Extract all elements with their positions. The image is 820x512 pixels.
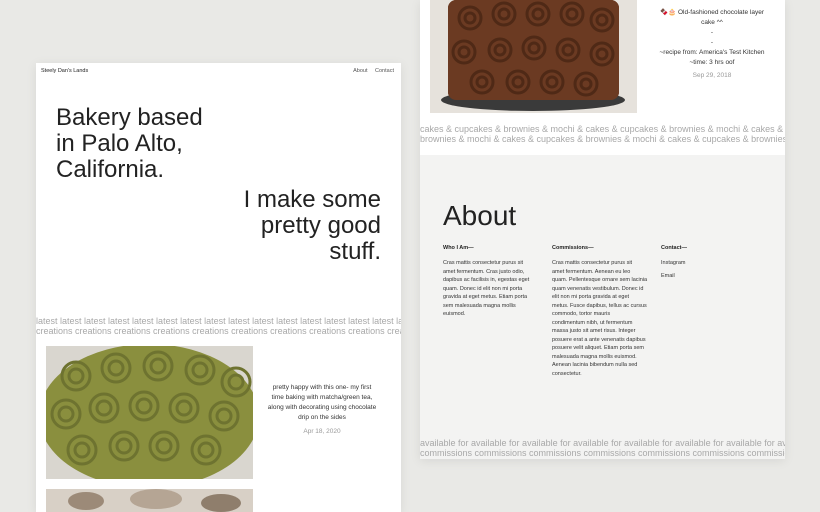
- homepage-preview: Steely Dan's Lands About Contact Bakery …: [36, 63, 401, 512]
- caption-line: cake ^^: [701, 19, 723, 26]
- caption-line: -: [710, 29, 714, 36]
- text-line: quam venenatis vestibulum. Donec id: [552, 285, 644, 292]
- caption-line: -: [710, 39, 714, 46]
- caption-line: ~recipe from: America's Test Kitchen: [659, 49, 765, 56]
- text-line: Aenean lacinia bibendum nulla sed: [552, 362, 638, 368]
- post-date: Apr 18, 2020: [303, 428, 341, 435]
- text-line: posuere erat a ante venenatis dapibus: [552, 336, 646, 343]
- hero-heading-line: in Palo Alto,: [56, 130, 183, 157]
- text-line: massa justo sit amet risus. Integer: [552, 328, 636, 334]
- hero-heading-line: California.: [56, 156, 165, 183]
- text-line: Cras mattis consectetur purus sit: [552, 260, 633, 266]
- text-line: consectetur.: [552, 370, 582, 377]
- marquee-row: available for available for available fo…: [420, 438, 785, 448]
- hero-subheading-line: I make some: [243, 186, 381, 213]
- post-caption: pretty happy with this one- my first tim…: [259, 383, 385, 423]
- text-line: euismod.: [443, 311, 466, 317]
- nav-about-link[interactable]: About: [353, 68, 367, 74]
- marquee-row: creations creations creations creations …: [36, 326, 401, 336]
- nav-contact-link[interactable]: Contact: [375, 68, 394, 74]
- cakes-marquee: cakes & cupcakes & brownies & mochi & ca…: [420, 124, 785, 144]
- chocolate-cake-photo[interactable]: [430, 0, 637, 113]
- text-line: commodo, tortor mauris: [552, 311, 611, 317]
- text-line: gravida at eget metus. Etiam porta: [443, 294, 528, 300]
- text-line: sem malesuada magna mollis: [443, 302, 516, 309]
- text-line: metus. Fusce dapibus, tellus ac cursus: [552, 302, 647, 309]
- hero-subheading-line: stuff.: [329, 238, 381, 265]
- hero-subheading-line: pretty good: [260, 212, 381, 239]
- text-line: Cras mattis consectetur purus sit: [443, 260, 524, 266]
- caption-line: pretty happy with this one- my first: [272, 384, 372, 391]
- caption-line: ~time: 3 hrs oof: [689, 59, 735, 66]
- caption-line: along with decorating using chocolate: [267, 404, 377, 411]
- text-line: malesuada magna mollis euismod.: [552, 353, 637, 360]
- who-i-am-heading: Who I Am—: [443, 245, 474, 251]
- text-line: elit non mi porta gravida at eget: [552, 294, 630, 300]
- text-line: quam. Donec id elit non mi porta: [443, 285, 523, 292]
- matcha-cake-photo[interactable]: [46, 346, 253, 479]
- who-i-am-text: Cras mattis consectetur purus sit amet f…: [443, 259, 543, 319]
- about-title: About: [443, 200, 517, 231]
- nav-links: About Contact: [347, 68, 394, 74]
- caption-line: 🍫🎂 Old-fashioned chocolate layer: [660, 9, 764, 16]
- caption-line: drip on the sides: [298, 414, 346, 421]
- post-date: Sep 29, 2018: [692, 72, 732, 79]
- text-line: condimentum nibh, ut fermentum: [552, 319, 633, 326]
- contact-heading: Contact—: [661, 245, 687, 251]
- text-line: amet fermentum. Aenean eu leo: [552, 268, 631, 275]
- latest-creations-marquee: latest latest latest latest latest lates…: [36, 316, 401, 336]
- site-brand[interactable]: Steely Dan's Lands: [41, 68, 88, 74]
- text-line: amet fermentum. Cras justo odio,: [443, 268, 525, 275]
- contact-links: Instagram Email: [661, 257, 741, 283]
- available-for-commissions-marquee: available for available for available fo…: [420, 438, 785, 458]
- hero-heading-line: Bakery based: [56, 104, 203, 131]
- marquee-row: commissions commissions commissions comm…: [420, 448, 785, 458]
- commissions-heading: Commissions—: [552, 245, 594, 251]
- about-page-preview: 🍫🎂 Old-fashioned chocolate layer cake ^^…: [420, 0, 785, 459]
- caption-line: time baking with matcha/green tea,: [271, 394, 373, 401]
- text-line: quam. Pellentesque ornare sem lacinia: [552, 277, 648, 283]
- hero-subheading: I make some pretty good stuff.: [244, 187, 381, 265]
- marquee-row: cakes & cupcakes & brownies & mochi & ca…: [420, 124, 785, 134]
- email-link[interactable]: Email: [661, 270, 741, 283]
- instagram-link[interactable]: Instagram: [661, 257, 741, 270]
- commissions-text: Cras mattis consectetur purus sit amet f…: [552, 259, 657, 378]
- marquee-row: latest latest latest latest latest lates…: [36, 316, 401, 326]
- site-header: Steely Dan's Lands About Contact: [41, 68, 394, 80]
- marquee-row: brownies & mochi & cakes & cupcakes & br…: [420, 134, 785, 144]
- next-post-photo[interactable]: [46, 489, 253, 512]
- post-caption: 🍫🎂 Old-fashioned chocolate layer cake ^^…: [642, 8, 782, 68]
- text-line: dapibus ac facilisis in, egestas eget: [443, 277, 530, 283]
- hero-heading: Bakery based in Palo Alto, California.: [56, 105, 203, 183]
- text-line: posuere velit aliquet. Etiam porta sem: [552, 345, 645, 351]
